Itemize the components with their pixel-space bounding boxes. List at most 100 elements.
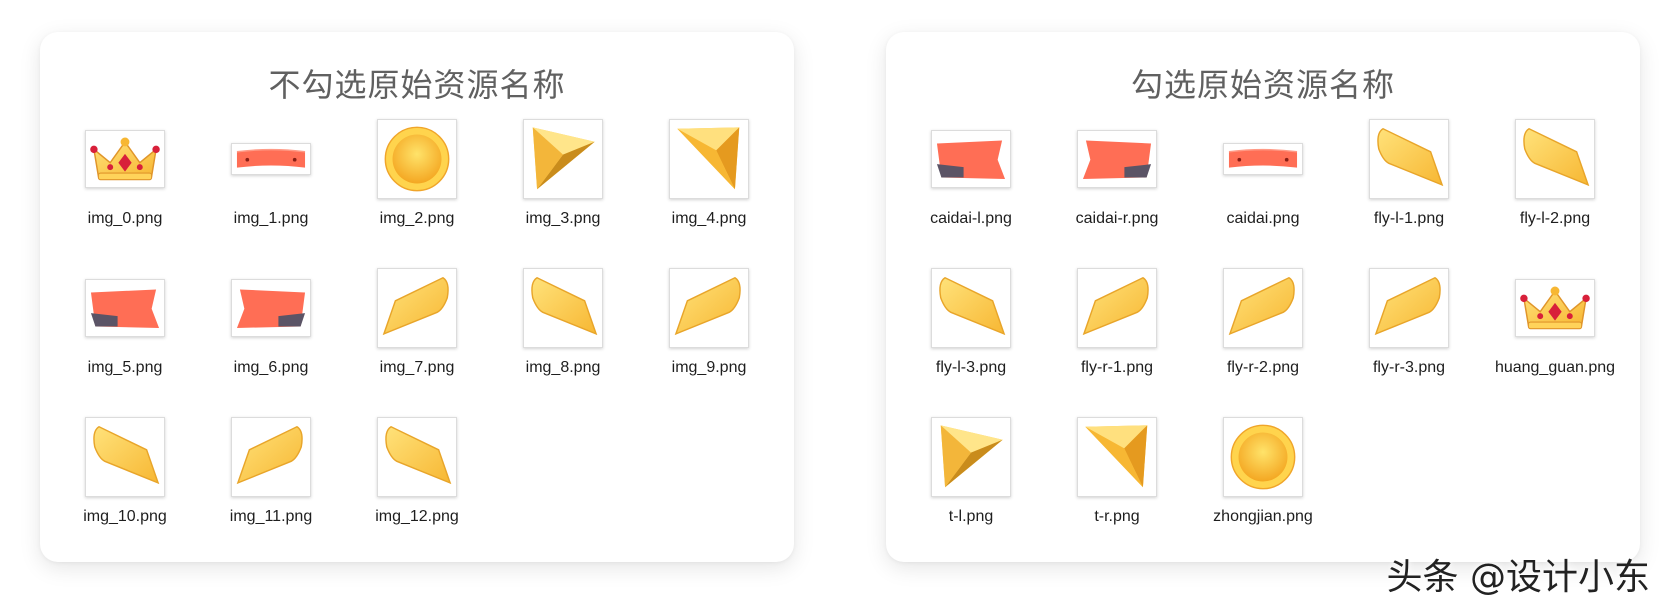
wing-left-icon (85, 417, 165, 497)
file-name: fly-l-1.png (1373, 210, 1445, 227)
panel-unchecked-original-names: 不勾选原始资源名称 img_0.png img_1.png img_2.png img… (40, 32, 794, 562)
thumbnail-area (1336, 265, 1482, 351)
file-name: img_12.png (375, 508, 459, 525)
thumbnail-area (1044, 414, 1190, 500)
thumbnail-area (1336, 116, 1482, 202)
file-name: t-r.png (1094, 508, 1140, 525)
file-name: caidai-l.png (930, 210, 1012, 227)
file-grid: img_0.png img_1.png img_2.png img_3.png img_… (40, 116, 794, 563)
triangle-left-icon (523, 119, 603, 199)
file-name: caidai-r.png (1075, 210, 1159, 227)
thumbnail-area (52, 265, 198, 351)
wing-right-icon (1223, 268, 1303, 348)
wing-right-icon (377, 268, 457, 348)
file-item[interactable]: img_4.png (636, 116, 782, 265)
wing-right-icon (1369, 268, 1449, 348)
file-item[interactable]: img_11.png (198, 414, 344, 563)
thumbnail-area (898, 116, 1044, 202)
watermark-text: 头条 @设计小东 (1386, 557, 1650, 598)
file-item[interactable]: t-l.png (898, 414, 1044, 563)
thumbnail-area (344, 414, 490, 500)
panel-checked-original-names: 勾选原始资源名称 caidai-l.png caidai-r.png caidai.… (886, 32, 1640, 562)
file-item[interactable]: img_12.png (344, 414, 490, 563)
wing-left-icon (377, 417, 457, 497)
triangle-right-icon (1077, 417, 1157, 497)
file-name: img_5.png (87, 359, 163, 376)
file-name: img_9.png (671, 359, 747, 376)
thumbnail-area (1190, 116, 1336, 202)
file-item[interactable]: caidai.png (1190, 116, 1336, 265)
thumbnail-area (636, 265, 782, 351)
thumbnail-area (1190, 265, 1336, 351)
file-item[interactable]: caidai-r.png (1044, 116, 1190, 265)
thumbnail-area (198, 265, 344, 351)
ribbon-end-right-icon (1077, 130, 1157, 188)
ribbon-end-left-icon (931, 130, 1011, 188)
file-item[interactable]: fly-l-1.png (1336, 116, 1482, 265)
file-item[interactable]: fly-l-3.png (898, 265, 1044, 414)
file-item[interactable]: img_9.png (636, 265, 782, 414)
file-name: huang_guan.png (1494, 359, 1616, 376)
file-name: img_2.png (379, 210, 455, 227)
file-name: fly-r-2.png (1226, 359, 1300, 376)
wing-right-icon (231, 417, 311, 497)
thumbnail-area (1044, 265, 1190, 351)
file-name: img_4.png (671, 210, 747, 227)
wing-left-icon (1369, 119, 1449, 199)
file-item[interactable]: img_10.png (52, 414, 198, 563)
file-item[interactable]: fly-r-1.png (1044, 265, 1190, 414)
file-item[interactable]: img_1.png (198, 116, 344, 265)
thumbnail-area (1190, 414, 1336, 500)
file-name: img_1.png (233, 210, 309, 227)
thumbnail-area (1482, 116, 1628, 202)
wing-right-icon (1077, 268, 1157, 348)
thumbnail-area (344, 265, 490, 351)
file-item[interactable]: caidai-l.png (898, 116, 1044, 265)
file-name: fly-r-1.png (1080, 359, 1154, 376)
triangle-left-icon (931, 417, 1011, 497)
file-item[interactable]: img_3.png (490, 116, 636, 265)
thumbnail-area (1482, 265, 1628, 351)
file-item[interactable]: img_7.png (344, 265, 490, 414)
thumbnail-area (898, 414, 1044, 500)
file-item[interactable]: img_5.png (52, 265, 198, 414)
gold-coin-icon (377, 119, 457, 199)
file-grid: caidai-l.png caidai-r.png caidai.png fly-l-… (886, 116, 1640, 563)
file-name: img_3.png (525, 210, 601, 227)
thumbnail-area (344, 116, 490, 202)
file-item[interactable]: fly-r-3.png (1336, 265, 1482, 414)
file-item[interactable]: img_6.png (198, 265, 344, 414)
ribbon-end-left-icon (85, 279, 165, 337)
file-name: img_10.png (83, 508, 167, 525)
file-name: img_8.png (525, 359, 601, 376)
wing-right-icon (669, 268, 749, 348)
file-name: img_0.png (87, 210, 163, 227)
thumbnail-area (1044, 116, 1190, 202)
ribbon-icon (231, 143, 311, 175)
thumbnail-area (898, 265, 1044, 351)
file-item[interactable]: img_0.png (52, 116, 198, 265)
ribbon-end-right-icon (231, 279, 311, 337)
file-item[interactable]: fly-l-2.png (1482, 116, 1628, 265)
file-item[interactable]: img_2.png (344, 116, 490, 265)
ribbon-icon (1223, 143, 1303, 175)
file-name: fly-l-3.png (935, 359, 1007, 376)
file-name: img_6.png (233, 359, 309, 376)
panel-title: 勾选原始资源名称 (1130, 66, 1395, 104)
crown-icon (1515, 279, 1595, 337)
file-name: fly-l-2.png (1519, 210, 1591, 227)
file-item[interactable]: t-r.png (1044, 414, 1190, 563)
file-name: t-l.png (948, 508, 994, 525)
thumbnail-area (636, 116, 782, 202)
wing-left-icon (523, 268, 603, 348)
thumbnail-area (198, 414, 344, 500)
wing-left-icon (1515, 119, 1595, 199)
file-item[interactable]: fly-r-2.png (1190, 265, 1336, 414)
triangle-right-icon (669, 119, 749, 199)
file-item[interactable]: zhongjian.png (1190, 414, 1336, 563)
file-item[interactable]: huang_guan.png (1482, 265, 1628, 414)
thumbnail-area (52, 116, 198, 202)
thumbnail-area (490, 116, 636, 202)
file-item[interactable]: img_8.png (490, 265, 636, 414)
thumbnail-area (52, 414, 198, 500)
